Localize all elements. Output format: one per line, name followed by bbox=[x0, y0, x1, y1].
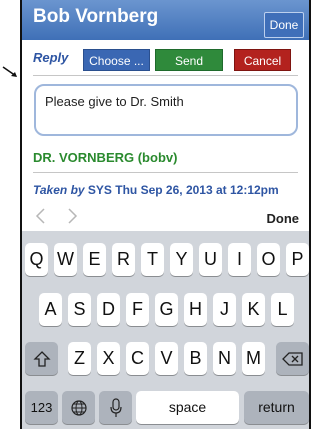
done-button[interactable]: Done bbox=[264, 12, 304, 38]
key-v[interactable]: V bbox=[155, 342, 178, 375]
key-w[interactable]: W bbox=[54, 243, 77, 276]
key-label: X bbox=[102, 348, 115, 368]
key-o[interactable]: O bbox=[257, 243, 280, 276]
key-label: A bbox=[44, 299, 57, 319]
key-a[interactable]: A bbox=[39, 293, 62, 326]
shift-icon bbox=[32, 350, 51, 367]
key-label: Z bbox=[74, 348, 85, 368]
cancel-button[interactable]: Cancel bbox=[234, 49, 291, 71]
chevron-left-icon[interactable] bbox=[33, 207, 47, 225]
key-k[interactable]: K bbox=[242, 293, 265, 326]
choose-button[interactable]: Choose ... bbox=[83, 49, 150, 71]
backspace-icon bbox=[281, 351, 303, 366]
key-t[interactable]: T bbox=[141, 243, 164, 276]
key-label: H bbox=[189, 299, 202, 319]
key-label: J bbox=[220, 299, 229, 319]
sender-name: DR. VORNBERG (bobv) bbox=[33, 150, 178, 165]
key-label: G bbox=[159, 299, 174, 319]
microphone-icon bbox=[109, 397, 122, 417]
taken-by-label: Taken by bbox=[33, 183, 85, 197]
message-text: Please give to Dr. Smith bbox=[45, 94, 184, 109]
key-label: E bbox=[88, 249, 101, 269]
key-label: D bbox=[102, 299, 115, 319]
key-label: return bbox=[258, 399, 295, 415]
key-label: V bbox=[160, 348, 173, 368]
key-label: space bbox=[168, 399, 207, 415]
reply-label: Reply bbox=[33, 50, 69, 65]
key-d[interactable]: D bbox=[97, 293, 120, 326]
send-button[interactable]: Send bbox=[155, 49, 223, 71]
key-x[interactable]: X bbox=[97, 342, 120, 375]
key-label: T bbox=[147, 249, 158, 269]
taken-by-value: SYS Thu Sep 26, 2013 at 12:12pm bbox=[87, 183, 279, 197]
key-c[interactable]: C bbox=[126, 342, 149, 375]
phone-screen: Bob Vornberg Done Reply Choose ... Send … bbox=[20, 0, 311, 429]
key-label: O bbox=[261, 249, 276, 269]
key-label: P bbox=[291, 249, 304, 269]
key-label: F bbox=[132, 299, 143, 319]
key-b[interactable]: B bbox=[184, 342, 207, 375]
key-s[interactable]: S bbox=[68, 293, 91, 326]
key-u[interactable]: U bbox=[199, 243, 222, 276]
key-label: K bbox=[247, 299, 260, 319]
key-label: 123 bbox=[30, 400, 53, 415]
microphone-key[interactable] bbox=[99, 391, 132, 424]
key-label: M bbox=[246, 348, 261, 368]
key-p[interactable]: P bbox=[286, 243, 309, 276]
key-n[interactable]: N bbox=[213, 342, 236, 375]
key-z[interactable]: Z bbox=[68, 342, 91, 375]
key-l[interactable]: L bbox=[271, 293, 294, 326]
chevron-right-icon[interactable] bbox=[66, 207, 80, 225]
keyboard: Q W E R T Y U I O P A S D F G H J K L Z … bbox=[22, 231, 309, 429]
taken-by-line: Taken by SYS Thu Sep 26, 2013 at 12:12pm bbox=[33, 183, 279, 197]
globe-icon bbox=[70, 399, 87, 416]
globe-key[interactable] bbox=[62, 391, 95, 424]
key-e[interactable]: E bbox=[83, 243, 106, 276]
key-label: L bbox=[277, 299, 288, 319]
key-label: W bbox=[57, 249, 74, 269]
divider bbox=[33, 172, 298, 173]
return-key[interactable]: return bbox=[244, 391, 309, 424]
delete-key[interactable] bbox=[276, 342, 309, 375]
navigation-bar: Bob Vornberg Done bbox=[22, 0, 309, 40]
key-h[interactable]: H bbox=[184, 293, 207, 326]
key-label: S bbox=[73, 299, 86, 319]
key-label: C bbox=[131, 348, 144, 368]
key-m[interactable]: M bbox=[242, 342, 265, 375]
accessory-done-button[interactable]: Done bbox=[267, 211, 300, 226]
contact-name-title: Bob Vornberg bbox=[33, 6, 159, 27]
space-key[interactable]: space bbox=[136, 391, 239, 424]
key-y[interactable]: Y bbox=[170, 243, 193, 276]
key-label: N bbox=[218, 348, 231, 368]
arrow-icon bbox=[2, 66, 17, 77]
key-r[interactable]: R bbox=[112, 243, 135, 276]
keyboard-accessory-bar: Done bbox=[22, 203, 309, 231]
key-label: R bbox=[117, 249, 130, 269]
numbers-key[interactable]: 123 bbox=[25, 391, 58, 424]
key-label: U bbox=[204, 249, 217, 269]
key-j[interactable]: J bbox=[213, 293, 236, 326]
key-f[interactable]: F bbox=[126, 293, 149, 326]
key-label: Y bbox=[175, 249, 188, 269]
key-label: Q bbox=[29, 249, 44, 269]
key-label: I bbox=[236, 249, 242, 269]
message-field[interactable]: Please give to Dr. Smith bbox=[34, 84, 298, 136]
shift-key[interactable] bbox=[25, 342, 58, 375]
key-g[interactable]: G bbox=[155, 293, 178, 326]
divider bbox=[33, 75, 298, 76]
key-label: B bbox=[189, 348, 202, 368]
reply-toolbar: Reply Choose ... Send Cancel bbox=[22, 47, 309, 71]
key-i[interactable]: I bbox=[228, 243, 251, 276]
key-q[interactable]: Q bbox=[25, 243, 48, 276]
